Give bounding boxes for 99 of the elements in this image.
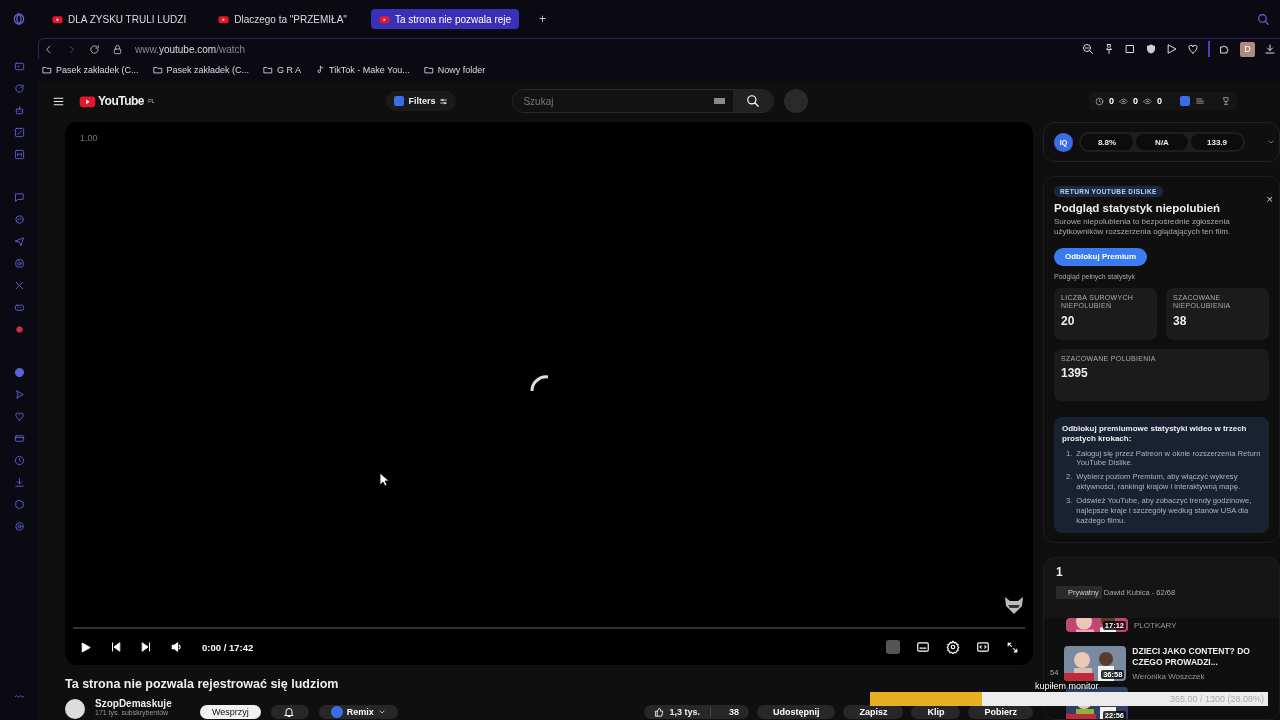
counter: 0 <box>1108 96 1114 106</box>
video-title: Ta strona nie pozwala rejestrować się ludziom <box>65 677 340 691</box>
thumb-icon <box>654 706 666 718</box>
video-channel: PLOTKARY <box>1134 620 1177 630</box>
dislike-button[interactable]: 38 <box>709 707 749 717</box>
bell-button[interactable] <box>270 705 309 719</box>
send-icon[interactable] <box>1166 43 1178 55</box>
music-note-icon <box>315 65 326 75</box>
robot-icon[interactable] <box>13 105 25 116</box>
search-icon <box>746 94 761 108</box>
premium-button[interactable]: Odblokuj Premium <box>1054 247 1148 266</box>
bubble-icon[interactable] <box>13 214 25 225</box>
volume-icon[interactable] <box>170 640 184 654</box>
search-bar[interactable]: Szukaj <box>512 89 775 113</box>
refresh-icon[interactable] <box>13 83 25 94</box>
filters-button[interactable]: Filters <box>386 91 457 111</box>
stat-value: 1395 <box>1061 366 1089 381</box>
address-bar[interactable]: www.youtube.com/watch <box>135 43 246 55</box>
counter: 0 <box>1132 96 1138 106</box>
next-icon[interactable] <box>140 641 152 653</box>
speed-label: 1.00 <box>80 133 98 143</box>
channel-name[interactable]: SzopDemaskuje <box>95 698 190 709</box>
video-title: DZIECI JAKO CONTENT? DO CZEGO PROWADZI... <box>1132 645 1251 669</box>
folder-icon <box>42 65 52 75</box>
bookmark[interactable]: TikTok - Make You... <box>315 65 410 75</box>
browser-tab[interactable]: DLA ZYSKU TRULI LUDZI <box>44 9 195 29</box>
subtitles-icon[interactable] <box>916 640 930 654</box>
window-icon[interactable] <box>13 61 25 72</box>
stat-pill: 8.8% <box>1081 134 1133 150</box>
new-tab-button[interactable]: + <box>535 12 551 26</box>
close-button[interactable]: × <box>1266 193 1273 205</box>
reload-icon[interactable] <box>89 43 100 55</box>
square-icon[interactable] <box>13 149 25 160</box>
eye-icon <box>1143 96 1152 106</box>
bookmark[interactable]: Pasek zakładek (C... <box>152 65 250 75</box>
chevron-icon <box>377 708 386 716</box>
eye-icon <box>1118 96 1128 106</box>
play-logo-icon <box>52 13 63 25</box>
pencil-icon[interactable] <box>13 127 25 138</box>
previous-icon[interactable] <box>110 641 122 653</box>
cursor-icon <box>379 472 389 487</box>
theater-icon[interactable] <box>976 640 990 654</box>
gamepad-icon[interactable] <box>13 302 25 313</box>
play-icon[interactable] <box>79 640 92 654</box>
action-button[interactable]: Zapisz <box>843 705 904 719</box>
action-button[interactable]: Udostępnij <box>756 705 836 719</box>
ring-logo-icon <box>12 12 26 26</box>
dot-icon[interactable] <box>13 324 25 335</box>
card-icon[interactable] <box>13 433 25 444</box>
goal-reading: 365.00 / 1300 (28.08%) <box>1169 694 1264 704</box>
youtube-wordmark[interactable]: YouTube <box>98 94 145 108</box>
search-icon[interactable] <box>1257 12 1270 26</box>
play-logo-icon <box>378 13 390 25</box>
cross-icon[interactable] <box>13 280 25 291</box>
bookmark[interactable]: G R A <box>263 65 302 75</box>
shield-icon[interactable] <box>1145 43 1157 55</box>
folder-icon <box>152 65 163 75</box>
browser-tab[interactable]: Ta strona nie pozwala reje <box>370 9 520 29</box>
settings-icon[interactable] <box>946 640 960 654</box>
like-button[interactable]: 1,3 tys. <box>644 706 710 718</box>
lock-icon <box>112 43 123 55</box>
remix-button[interactable]: Remix <box>318 705 398 719</box>
channel-avatar[interactable] <box>65 699 85 719</box>
list-icon[interactable] <box>1195 96 1205 106</box>
time-display: 0:00 / 17:42 <box>202 641 254 653</box>
zoom-out-icon[interactable] <box>1082 43 1094 55</box>
folder-icon <box>263 65 274 75</box>
trophy-icon[interactable] <box>1221 96 1231 106</box>
playlist-title: 1 <box>1056 564 1064 579</box>
clock-icon[interactable] <box>13 455 25 466</box>
loading-spinner <box>530 373 550 393</box>
download-icon[interactable] <box>13 477 25 488</box>
chat-icon[interactable] <box>13 192 25 203</box>
video-channel: Weronika Woszczek <box>1132 671 1206 681</box>
stat-value: 20 <box>1061 313 1076 328</box>
bookmark[interactable]: Nowy folder <box>423 65 486 75</box>
browser-tab[interactable]: Dlaczego ta "PRZEMIŁA" <box>210 9 355 29</box>
fullscreen-icon[interactable] <box>1006 640 1019 654</box>
bookmark[interactable]: Pasek zakładek (C... <box>42 65 139 75</box>
clock-icon <box>1094 96 1104 106</box>
bell-icon <box>282 706 295 718</box>
play-logo-icon <box>218 13 230 25</box>
sliders-icon <box>439 96 449 106</box>
chevron-icon[interactable] <box>1267 138 1275 146</box>
stat-value: 38 <box>1173 313 1188 328</box>
stat-pill: 133.9 <box>1191 134 1243 150</box>
folder-icon <box>423 65 434 75</box>
search-button[interactable] <box>733 90 774 112</box>
pin-icon[interactable] <box>1103 43 1115 55</box>
panel-title: Podgląd statystyk niepolubień <box>1054 202 1221 214</box>
stat-pill: N/A <box>1136 134 1188 150</box>
goal-label: kupiłem monitor <box>1035 681 1099 691</box>
counter: 0 <box>1157 96 1162 106</box>
cube-icon[interactable] <box>13 499 25 510</box>
support-button[interactable]: Wesprzyj <box>200 705 261 719</box>
keyboard-icon[interactable] <box>714 98 726 104</box>
premium-title: Odblokuj premiumowe statystyki wideo w trzech prostych krokach: <box>1062 423 1248 445</box>
animal-head-icon <box>1003 595 1025 615</box>
panel-description: Surowe niepolubienia to bezpośrednie zgłoszenia użytkowników rozszerzenia oglądających ten film. <box>1054 217 1232 238</box>
